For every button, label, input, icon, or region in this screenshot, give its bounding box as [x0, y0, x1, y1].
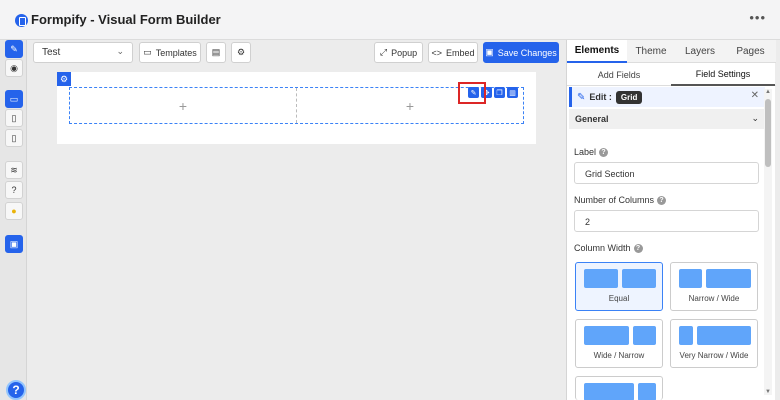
column-bar — [706, 269, 751, 288]
column-bar — [679, 269, 702, 288]
option-label: Equal — [608, 294, 630, 303]
edit-label: Edit : — [589, 92, 612, 102]
section-general-header[interactable]: General ⌄ — [569, 109, 765, 129]
save-icon[interactable]: ▣ — [5, 235, 23, 253]
column-bar — [697, 326, 751, 345]
help-icon[interactable]: ? — [633, 243, 643, 253]
grid-section[interactable]: + + — [69, 87, 524, 124]
form-select-value: Test — [42, 47, 61, 58]
help-chat-button[interactable]: ? — [6, 380, 26, 400]
popup-button[interactable]: ⤢ Popup — [374, 42, 423, 63]
tab-pages[interactable]: Pages — [725, 40, 776, 63]
option-label: Wide / Narrow — [593, 351, 645, 360]
label-title: Label — [574, 147, 597, 157]
column-width-title: Column Width — [574, 243, 631, 253]
column-bar — [584, 326, 629, 345]
add-field-plus[interactable]: + — [406, 98, 414, 114]
subtab-add-fields[interactable]: Add Fields — [567, 63, 671, 86]
help-icon[interactable]: ? — [599, 147, 609, 157]
form-select[interactable]: Test ⌄ — [33, 42, 133, 63]
document-icon: ▤ — [211, 47, 221, 57]
column-width-option-very-narrow-wide[interactable]: Very Narrow / Wide — [670, 319, 758, 368]
column-bar — [584, 269, 618, 288]
label-field-label: Label ? — [574, 147, 609, 157]
folder-icon: ▭ — [143, 47, 152, 57]
code-icon: <> — [431, 47, 442, 58]
column-bar — [633, 326, 656, 345]
save-changes-button[interactable]: ▣ Save Changes — [483, 42, 559, 63]
scroll-thumb[interactable] — [765, 99, 771, 167]
panel-tabs: Elements Theme Layers Pages — [567, 40, 776, 63]
eye-icon[interactable]: ◉ — [5, 59, 23, 77]
column-bar — [679, 326, 693, 345]
column-width-option-equal[interactable]: Equal — [575, 262, 663, 311]
subtab-field-settings[interactable]: Field Settings — [671, 63, 775, 86]
label-input[interactable]: Grid Section — [574, 162, 759, 184]
embed-label: Embed — [445, 47, 475, 58]
app-logo-icon — [15, 14, 28, 27]
scroll-down-arrow-icon[interactable]: ▼ — [764, 389, 772, 395]
column-width-label: Column Width ? — [574, 243, 643, 253]
close-icon[interactable]: ✕ — [751, 90, 759, 101]
gear-icon: ⚙ — [236, 47, 246, 57]
left-toolbar: ✎ ◉ ▭ ▯ ▯ ≋ ? ● ▣ — [0, 40, 27, 400]
embed-button[interactable]: <> Embed — [428, 42, 478, 63]
lightbulb-icon[interactable]: ● — [5, 202, 23, 220]
tab-elements[interactable]: Elements — [567, 40, 627, 63]
duplicate-element-icon[interactable]: ❐ — [494, 87, 505, 98]
settings-panel: Elements Theme Layers Pages Add Fields F… — [566, 40, 776, 400]
popup-label: Popup — [391, 47, 418, 58]
delete-element-icon[interactable]: ▥ — [507, 87, 518, 98]
templates-button[interactable]: ▭ Templates — [139, 42, 201, 63]
app-title: Formpify - Visual Form Builder — [31, 12, 221, 27]
edit-header: ✎ Edit : Grid ✕ — [569, 87, 765, 107]
add-field-plus[interactable]: + — [179, 98, 187, 114]
chevron-down-icon: ⌄ — [116, 46, 124, 56]
scroll-up-arrow-icon[interactable]: ▲ — [764, 89, 772, 95]
layers-icon[interactable]: ≋ — [5, 161, 23, 179]
desktop-icon[interactable]: ▭ — [5, 90, 23, 108]
section-gear-icon[interactable]: ⚙ — [57, 72, 71, 86]
tab-theme[interactable]: Theme — [627, 40, 675, 63]
option-label: Narrow / Wide — [688, 294, 740, 303]
column-width-option-narrow-wide[interactable]: Narrow / Wide — [670, 262, 758, 311]
help-icon[interactable]: ? — [657, 195, 667, 205]
save-icon: ▣ — [485, 47, 494, 57]
column-width-option-partial[interactable] — [575, 376, 663, 400]
title-bar: Formpify - Visual Form Builder ••• — [0, 0, 780, 40]
grid-column-1[interactable]: + — [70, 88, 296, 123]
section-title: General — [575, 114, 609, 124]
columns-title: Number of Columns — [574, 195, 655, 205]
edit-icon[interactable]: ✎ — [5, 40, 23, 58]
mobile-icon[interactable]: ▯ — [5, 129, 23, 147]
column-bar — [584, 383, 634, 400]
save-changes-label: Save Changes — [497, 47, 557, 58]
help-icon[interactable]: ? — [5, 181, 23, 199]
templates-label: Templates — [155, 47, 197, 58]
column-bar — [638, 383, 656, 400]
pencil-icon: ✎ — [577, 91, 586, 103]
expand-icon: ⤢ — [379, 47, 388, 57]
highlight-box — [458, 82, 486, 104]
tab-layers[interactable]: Layers — [675, 40, 725, 63]
document-button[interactable]: ▤ — [206, 42, 226, 63]
chevron-down-icon: ⌄ — [751, 113, 759, 123]
column-bar — [622, 269, 656, 288]
element-type-badge: Grid — [615, 90, 643, 104]
settings-button[interactable]: ⚙ — [231, 42, 251, 63]
column-width-option-wide-narrow[interactable]: Wide / Narrow — [575, 319, 663, 368]
option-label: Very Narrow / Wide — [679, 351, 749, 360]
panel-scrollbar[interactable]: ▲ ▼ — [764, 89, 772, 395]
columns-field-label: Number of Columns ? — [574, 195, 667, 205]
columns-input[interactable]: 2 — [574, 210, 759, 232]
ellipsis-icon[interactable]: ••• — [749, 10, 766, 25]
panel-subtabs: Add Fields Field Settings — [567, 63, 776, 86]
tablet-icon[interactable]: ▯ — [5, 109, 23, 127]
